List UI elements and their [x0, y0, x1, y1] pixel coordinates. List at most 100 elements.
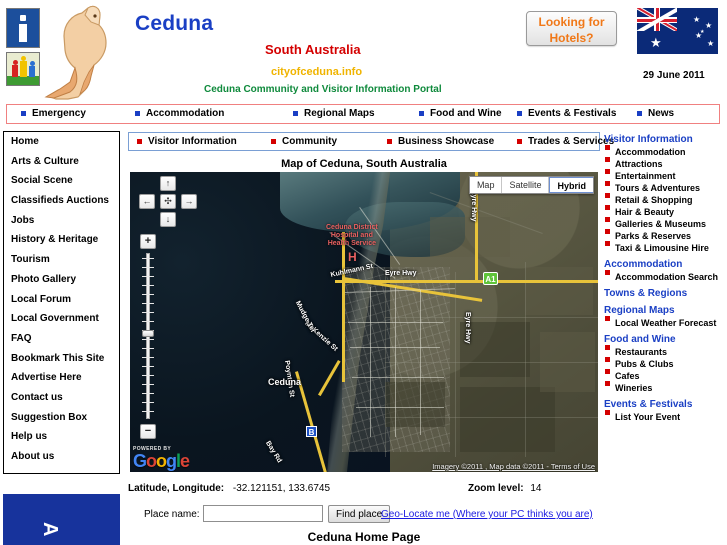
topnav-item-label: Emergency — [32, 108, 86, 119]
sidebar-ad-text: A — [39, 522, 61, 537]
bullet-icon — [637, 110, 642, 116]
rightbar-item-accommodation-search[interactable]: Accommodation Search — [604, 270, 727, 283]
topnav-item-news[interactable]: News — [637, 108, 674, 119]
google-letter: G — [133, 451, 147, 471]
topnav-item-regional-maps[interactable]: Regional Maps — [293, 108, 375, 119]
latlon-label: Latitude, Longitude: — [128, 483, 225, 494]
rightbar-item-cafes[interactable]: Cafes — [604, 369, 727, 382]
rightbar-item-label: Local Weather Forecast — [615, 318, 717, 328]
map-type-map[interactable]: Map — [470, 177, 503, 193]
bullet-icon — [605, 270, 610, 275]
bullet-icon — [419, 110, 424, 116]
rightbar-item-label: Tours & Adventures — [615, 183, 701, 193]
bullet-icon — [605, 410, 610, 415]
sidebar-item-local-forum[interactable]: Local Forum — [4, 290, 119, 310]
sidebar-item-contact-us[interactable]: Contact us — [4, 388, 119, 408]
rightbar-item-retail-shopping[interactable]: Retail & Shopping — [604, 193, 727, 206]
rightbar-heading-accommodation[interactable]: Accommodation — [604, 259, 727, 270]
map-label-eyre-hwy-east: Eyre Hwy — [385, 270, 417, 277]
community-icon — [6, 52, 40, 86]
secondary-navigation: Visitor Information Community Business Sho… — [128, 132, 614, 151]
rightbar-item-entertainment[interactable]: Entertainment — [604, 169, 727, 182]
rightbar-item-local-weather-forecast[interactable]: Local Weather Forecast — [604, 316, 727, 329]
rightbar-item-tours-adventures[interactable]: Tours & Adventures — [604, 181, 727, 194]
rightbar-item-list-your-event[interactable]: List Your Event — [604, 410, 727, 423]
rightbar-item-label: List Your Event — [615, 412, 681, 422]
sidebar-item-faq[interactable]: FAQ — [4, 329, 119, 349]
rightbar-item-label: Restaurants — [615, 347, 668, 357]
sidebar-item-local-government[interactable]: Local Government — [4, 309, 119, 329]
rightbar-heading-events-festivals[interactable]: Events & Festivals — [604, 399, 727, 410]
bullet-icon — [21, 110, 26, 116]
subnav-item-trades-services[interactable]: Trades & Services — [517, 136, 614, 147]
australian-flag: ★ ★ ★ ★ ★ ★ — [637, 8, 718, 54]
map-type-satellite[interactable]: Satellite — [502, 177, 550, 193]
bullet-icon — [605, 345, 610, 350]
map-type-selector[interactable]: Map Satellite Hybrid — [468, 176, 594, 194]
rightbar-item-parks-reserves[interactable]: Parks & Reserves — [604, 229, 727, 242]
sidebar-item-advertise-here[interactable]: Advertise Here — [4, 368, 119, 388]
sidebar-item-tourism[interactable]: Tourism — [4, 250, 119, 270]
arrow-up-icon[interactable]: ↑ — [160, 176, 176, 191]
sidebar-item-jobs[interactable]: Jobs — [4, 211, 119, 231]
sidebar-item-social-scene[interactable]: Social Scene — [4, 171, 119, 191]
topnav-item-label: Regional Maps — [304, 108, 375, 119]
sidebar-item-history-heritage[interactable]: History & Heritage — [4, 230, 119, 250]
topnav-item-accommodation[interactable]: Accommodation — [135, 108, 224, 119]
zoom-in-button[interactable]: + — [140, 234, 156, 249]
map-pan-control[interactable]: ↑ ← ✣ → ↓ — [139, 176, 197, 228]
sidebar-item-help-us[interactable]: Help us — [4, 427, 119, 447]
rightbar-heading-food-and-wine[interactable]: Food and Wine — [604, 334, 727, 345]
subnav-item-label: Trades & Services — [528, 136, 615, 147]
zoom-out-button[interactable]: − — [140, 424, 156, 439]
sidebar-ad-box[interactable]: A — [3, 494, 120, 545]
map-zoom-control[interactable]: + − — [140, 234, 156, 439]
rightbar-item-pubs-clubs[interactable]: Pubs & Clubs — [604, 357, 727, 370]
topnav-item-events-festivals[interactable]: Events & Festivals — [517, 108, 616, 119]
geo-locate-link[interactable]: Geo-Locate me (Where your PC thinks you … — [381, 509, 593, 520]
arrow-right-icon[interactable]: → — [181, 194, 197, 209]
topnav-item-label: Accommodation — [146, 108, 225, 119]
sidebar-item-classifieds-auctions[interactable]: Classifieds Auctions — [4, 191, 119, 211]
topnav-item-food-and-wine[interactable]: Food and Wine — [419, 108, 502, 119]
topnav-item-label: News — [648, 108, 675, 119]
rightbar-item-restaurants[interactable]: Restaurants — [604, 345, 727, 358]
rightbar-item-hair-beauty[interactable]: Hair & Beauty — [604, 205, 727, 218]
route-shield-b: B — [306, 426, 317, 437]
arrow-left-icon[interactable]: ← — [139, 194, 155, 209]
bullet-icon — [605, 193, 610, 198]
sidebar-item-about-us[interactable]: About us — [4, 447, 119, 467]
rightbar-item-accommodation[interactable]: Accommodation — [604, 145, 727, 158]
sidebar-item-photo-gallery[interactable]: Photo Gallery — [4, 270, 119, 290]
map-type-hybrid[interactable]: Hybrid — [549, 177, 593, 193]
topnav-item-emergency[interactable]: Emergency — [21, 108, 86, 119]
recenter-icon[interactable]: ✣ — [160, 194, 176, 209]
information-icon — [6, 8, 40, 48]
looking-for-hotels-button[interactable]: Looking for Hotels? — [526, 11, 617, 46]
rightbar-heading-visitor-information[interactable]: Visitor Information — [604, 134, 727, 145]
map-title: Map of Ceduna, South Australia — [281, 158, 447, 170]
subnav-item-community[interactable]: Community — [271, 136, 337, 147]
subnav-item-visitor-information[interactable]: Visitor Information — [137, 136, 237, 147]
sidebar-item-arts-culture[interactable]: Arts & Culture — [4, 152, 119, 172]
rightbar-item-taxi-limousine-hire[interactable]: Taxi & Limousine Hire — [604, 241, 727, 254]
zoom-slider-thumb[interactable] — [142, 330, 154, 337]
rightbar-item-wineries[interactable]: Wineries — [604, 381, 727, 394]
arrow-down-icon[interactable]: ↓ — [160, 212, 176, 227]
sidebar-item-suggestion-box[interactable]: Suggestion Box — [4, 408, 119, 428]
rightbar-item-label: Wineries — [615, 383, 653, 393]
map-attribution[interactable]: Imagery ©2011 , Map data ©2011 - Terms o… — [432, 462, 595, 471]
rightbar-item-galleries-museums[interactable]: Galleries & Museums — [604, 217, 727, 230]
place-name-input[interactable] — [203, 505, 323, 522]
site-url: cityofceduna.info — [271, 66, 363, 78]
rightbar-item-attractions[interactable]: Attractions — [604, 157, 727, 170]
subnav-item-business-showcase[interactable]: Business Showcase — [387, 136, 494, 147]
rightbar-item-label: Galleries & Museums — [615, 219, 707, 229]
subnav-item-label: Visitor Information — [148, 136, 237, 147]
rightbar-item-label: Cafes — [615, 371, 640, 381]
google-map-canvas[interactable]: Eyre Hwy Eyre Hwy Eyre Hwy Kuhlmann St M… — [130, 172, 598, 472]
rightbar-heading-towns-regions[interactable]: Towns & Regions — [604, 288, 727, 299]
sidebar-item-home[interactable]: Home — [4, 132, 119, 152]
sidebar-item-bookmark-this-site[interactable]: Bookmark This Site — [4, 349, 119, 369]
rightbar-heading-regional-maps[interactable]: Regional Maps — [604, 305, 727, 316]
